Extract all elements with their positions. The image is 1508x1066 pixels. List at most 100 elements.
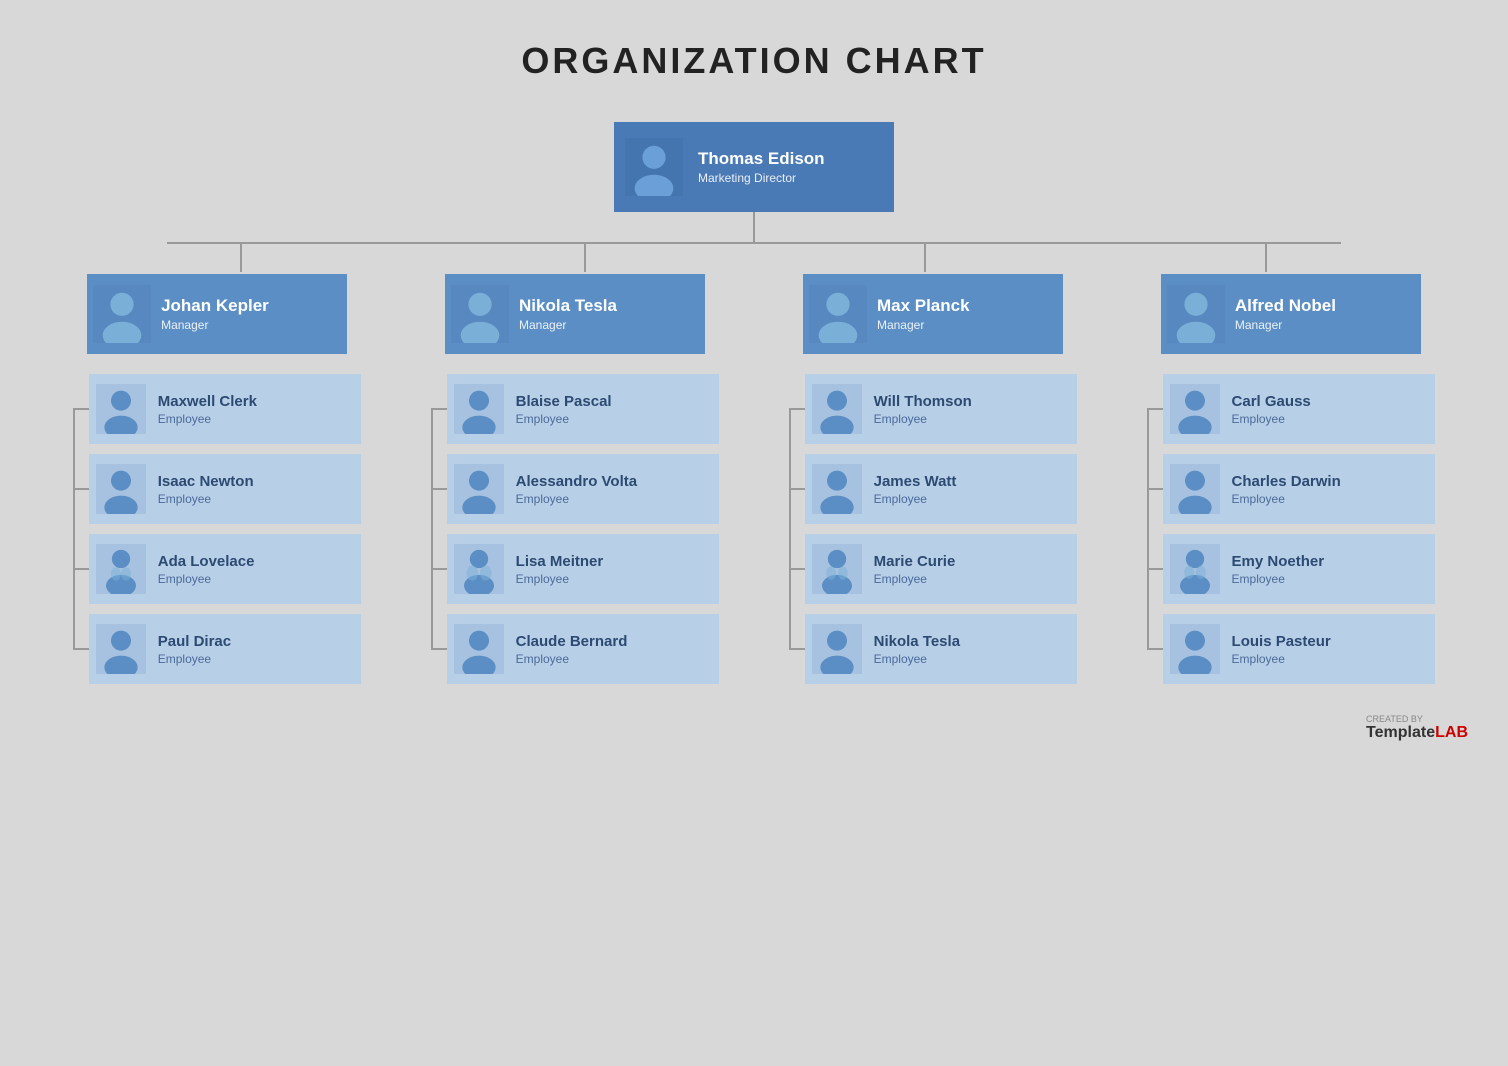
emp-name-1-1: Alessandro Volta — [516, 473, 637, 490]
emp-row-1-3: Claude Bernard Employee — [431, 614, 720, 684]
emp-card-1-2: Lisa Meitner Employee — [447, 534, 720, 604]
emp-card-2-0: Will Thomson Employee — [805, 374, 1078, 444]
emp-card-2-3: Nikola Tesla Employee — [805, 614, 1078, 684]
emp-role-0-0: Employee — [158, 412, 257, 426]
emp-name-2-1: James Watt — [874, 473, 957, 490]
v-drop-2 — [584, 242, 586, 272]
emp-role-3-0: Employee — [1232, 412, 1311, 426]
emp-card-3-0: Carl Gauss Employee — [1163, 374, 1436, 444]
emp-container-1: Blaise Pascal Employee — [431, 374, 720, 684]
manager-col-1: Nikola Tesla Manager — [415, 274, 736, 684]
emp-h-line-0-2 — [73, 568, 89, 570]
manager-card-1: Nikola Tesla Manager — [445, 274, 705, 354]
emp-name-3-0: Carl Gauss — [1232, 393, 1311, 410]
emp-h-line-0-1 — [73, 488, 89, 490]
emp-card-3-2: Emy Noether Employee — [1163, 534, 1436, 604]
emp-h-line-1-2 — [431, 568, 447, 570]
emp-avatar-1-0 — [447, 374, 512, 444]
emp-name-3-1: Charles Darwin — [1232, 473, 1341, 490]
emp-container-2: Will Thomson Employee — [789, 374, 1078, 684]
emp-avatar-3-3 — [1163, 614, 1228, 684]
emp-name-3-2: Emy Noether — [1232, 553, 1325, 570]
emp-avatar-2-2 — [805, 534, 870, 604]
watermark-template: Template — [1366, 724, 1435, 741]
emp-text-1-2: Lisa Meitner Employee — [512, 553, 604, 586]
emp-role-0-1: Employee — [158, 492, 254, 506]
emp-row-3-0: Carl Gauss Employee — [1147, 374, 1436, 444]
emp-text-3-3: Louis Pasteur Employee — [1228, 633, 1331, 666]
emp-role-3-2: Employee — [1232, 572, 1325, 586]
emp-name-0-3: Paul Dirac — [158, 633, 231, 650]
emp-h-line-3-2 — [1147, 568, 1163, 570]
emp-list-0: Maxwell Clerk Employee — [73, 374, 362, 684]
emp-text-0-3: Paul Dirac Employee — [154, 633, 231, 666]
emp-name-1-2: Lisa Meitner — [516, 553, 604, 570]
emp-h-line-0-0 — [73, 408, 89, 410]
h-connector-line — [167, 242, 1341, 244]
emp-h-line-1-0 — [431, 408, 447, 410]
emp-text-1-3: Claude Bernard Employee — [512, 633, 628, 666]
manager-text-2: Max Planck Manager — [873, 296, 970, 332]
emp-name-0-0: Maxwell Clerk — [158, 393, 257, 410]
emp-text-2-2: Marie Curie Employee — [870, 553, 956, 586]
emp-card-2-1: James Watt Employee — [805, 454, 1078, 524]
manager-avatar-1 — [445, 279, 515, 349]
emp-card-1-3: Claude Bernard Employee — [447, 614, 720, 684]
emp-row-0-2: Ada Lovelace Employee — [73, 534, 362, 604]
emp-text-0-0: Maxwell Clerk Employee — [154, 393, 257, 426]
emp-name-1-0: Blaise Pascal — [516, 393, 612, 410]
emp-row-3-1: Charles Darwin Employee — [1147, 454, 1436, 524]
emp-text-0-1: Isaac Newton Employee — [154, 473, 254, 506]
emp-row-2-3: Nikola Tesla Employee — [789, 614, 1078, 684]
emp-role-1-2: Employee — [516, 572, 604, 586]
emp-card-0-3: Paul Dirac Employee — [89, 614, 362, 684]
manager-card-2: Max Planck Manager — [803, 274, 1063, 354]
emp-avatar-2-0 — [805, 374, 870, 444]
manager-card-3: Alfred Nobel Manager — [1161, 274, 1421, 354]
emp-role-2-0: Employee — [874, 412, 972, 426]
emp-name-2-0: Will Thomson — [874, 393, 972, 410]
emp-card-3-1: Charles Darwin Employee — [1163, 454, 1436, 524]
emp-name-2-2: Marie Curie — [874, 553, 956, 570]
manager-avatar-0 — [87, 279, 157, 349]
emp-row-2-1: James Watt Employee — [789, 454, 1078, 524]
emp-role-2-3: Employee — [874, 652, 960, 666]
emp-row-1-2: Lisa Meitner Employee — [431, 534, 720, 604]
emp-role-2-2: Employee — [874, 572, 956, 586]
emp-card-2-2: Marie Curie Employee — [805, 534, 1078, 604]
top-level: Thomas Edison Marketing Director — [614, 122, 894, 212]
watermark-brand: TemplateLAB — [1366, 724, 1468, 741]
v-drop-3 — [924, 242, 926, 272]
emp-role-3-1: Employee — [1232, 492, 1341, 506]
emp-role-1-3: Employee — [516, 652, 628, 666]
emp-avatar-2-3 — [805, 614, 870, 684]
emp-avatar-3-2 — [1163, 534, 1228, 604]
org-chart: Thomas Edison Marketing Director — [20, 122, 1488, 684]
emp-text-1-1: Alessandro Volta Employee — [512, 473, 637, 506]
manager-avatar-2 — [803, 279, 873, 349]
emp-text-2-0: Will Thomson Employee — [870, 393, 972, 426]
emp-avatar-3-0 — [1163, 374, 1228, 444]
emp-card-0-1: Isaac Newton Employee — [89, 454, 362, 524]
emp-list-2: Will Thomson Employee — [789, 374, 1078, 684]
emp-h-line-1-1 — [431, 488, 447, 490]
emp-avatar-2-1 — [805, 454, 870, 524]
emp-role-1-1: Employee — [516, 492, 637, 506]
emp-avatar-1-3 — [447, 614, 512, 684]
manager-col-0: Johan Kepler Manager — [57, 274, 378, 684]
v-drop-1 — [240, 242, 242, 272]
emp-row-2-2: Marie Curie Employee — [789, 534, 1078, 604]
emp-name-3-3: Louis Pasteur — [1232, 633, 1331, 650]
emp-v-line-0 — [73, 409, 75, 649]
manager-col-2: Max Planck Manager — [773, 274, 1094, 684]
emp-list-1: Blaise Pascal Employee — [431, 374, 720, 684]
emp-name-0-2: Ada Lovelace — [158, 553, 255, 570]
emp-container-3: Carl Gauss Employee — [1147, 374, 1436, 684]
emp-row-0-0: Maxwell Clerk Employee — [73, 374, 362, 444]
emp-h-line-2-2 — [789, 568, 805, 570]
manager-avatar-3 — [1161, 279, 1231, 349]
manager-role-1: Manager — [519, 318, 617, 332]
emp-v-line-2 — [789, 409, 791, 649]
emp-avatar-0-1 — [89, 454, 154, 524]
emp-list-3: Carl Gauss Employee — [1147, 374, 1436, 684]
